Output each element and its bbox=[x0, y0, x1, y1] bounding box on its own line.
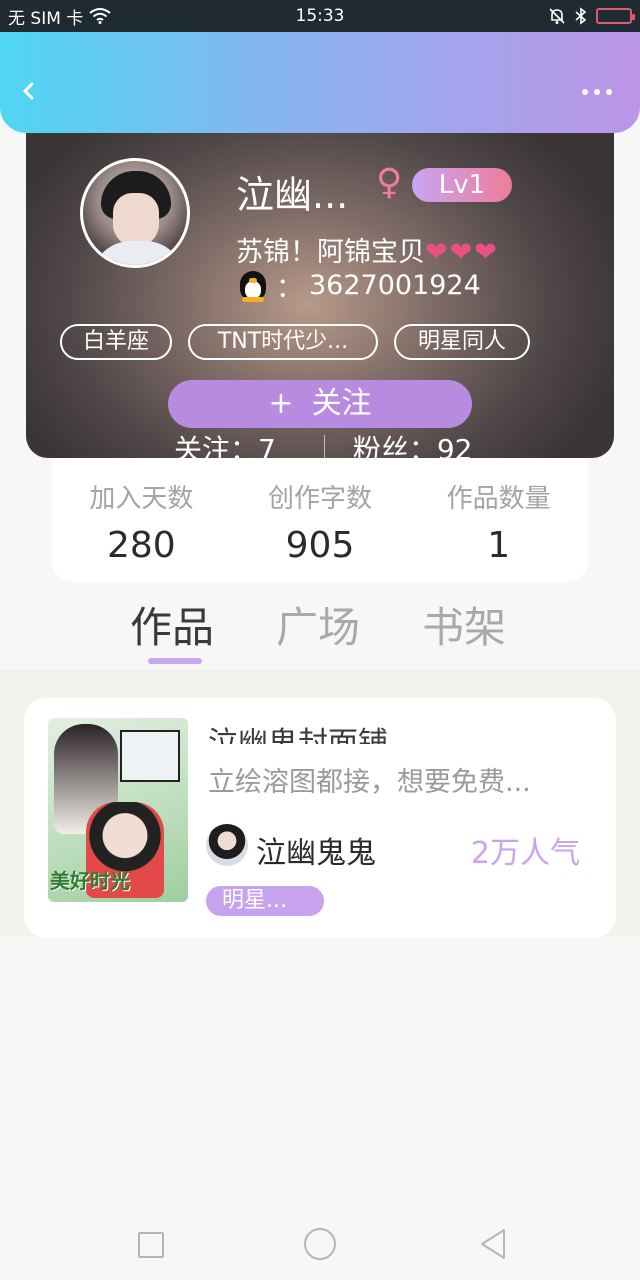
home-button[interactable] bbox=[304, 1228, 336, 1260]
plus-icon: + bbox=[268, 386, 294, 421]
status-bar: 无 SIM 卡 15:33 bbox=[0, 0, 640, 32]
heart-icons: ❤❤❤ bbox=[425, 237, 499, 268]
page-header bbox=[0, 32, 640, 133]
profile-tags: 白羊座 TNT时代少... 明星同人 bbox=[60, 324, 530, 360]
work-card[interactable]: 美好时光 泣幽鬼封面铺 立绘溶图都接，想要免费... 泣幽鬼鬼 2万人气 明星.… bbox=[24, 698, 616, 938]
tab-bar: 作品 广场 书架 bbox=[0, 584, 640, 670]
followers-count[interactable]: 粉丝：92 bbox=[353, 428, 473, 458]
stats-card: 加入天数 280 创作字数 905 作品数量 1 bbox=[52, 458, 588, 582]
recent-apps-button[interactable] bbox=[138, 1232, 164, 1258]
carrier-text: 无 SIM 卡 bbox=[8, 8, 84, 29]
qq-value: 3627001924 bbox=[309, 270, 481, 301]
tag-fandom[interactable]: TNT时代少... bbox=[188, 324, 378, 360]
work-cover[interactable]: 美好时光 bbox=[48, 718, 188, 902]
author-avatar[interactable] bbox=[206, 824, 248, 866]
follow-label: 关注 bbox=[311, 386, 372, 421]
tag-category[interactable]: 明星同人 bbox=[394, 324, 530, 360]
tab-indicator bbox=[148, 658, 202, 664]
qq-number: ： 3627001924 bbox=[236, 266, 481, 305]
stat-word-count: 创作字数 905 bbox=[231, 458, 410, 582]
tab-bookshelf[interactable]: 书架 bbox=[422, 594, 506, 655]
follow-counts: 关注：7 粉丝：92 bbox=[174, 428, 472, 458]
avatar[interactable] bbox=[80, 158, 190, 268]
penguin-icon bbox=[236, 269, 270, 303]
bio: 苏锦！阿锦宝贝❤❤❤ bbox=[236, 230, 499, 269]
stat-label: 加入天数 bbox=[89, 484, 194, 514]
works-list: 美好时光 泣幽鬼封面铺 立绘溶图都接，想要免费... 泣幽鬼鬼 2万人气 明星.… bbox=[0, 670, 640, 938]
stat-value: 1 bbox=[487, 525, 511, 566]
profile-card: 泣幽... ♀ Lv1 苏锦！阿锦宝贝❤❤❤ ： 3627001924 白羊座 T… bbox=[26, 118, 614, 458]
follow-button[interactable]: + 关注 bbox=[168, 380, 472, 428]
bio-text: 苏锦！阿锦宝贝 bbox=[236, 237, 425, 268]
stat-works-count: 作品数量 1 bbox=[409, 458, 588, 582]
divider bbox=[323, 435, 325, 458]
system-nav-bar bbox=[0, 1200, 640, 1280]
tag-zodiac[interactable]: 白羊座 bbox=[60, 324, 172, 360]
chevron-left-icon bbox=[22, 82, 34, 100]
stat-join-days: 加入天数 280 bbox=[52, 458, 231, 582]
bell-off-icon bbox=[549, 8, 565, 24]
stat-value: 280 bbox=[106, 525, 176, 566]
work-title: 泣幽鬼封面铺 bbox=[208, 726, 388, 744]
qq-separator: ： bbox=[276, 273, 303, 304]
more-button[interactable] bbox=[582, 82, 618, 102]
more-dots-icon bbox=[582, 89, 588, 95]
bluetooth-icon bbox=[575, 7, 587, 25]
battery-icon bbox=[596, 8, 635, 24]
author-name[interactable]: 泣幽鬼鬼 bbox=[256, 828, 376, 872]
work-description: 立绘溶图都接，想要免费... bbox=[208, 767, 531, 798]
level-badge: Lv1 bbox=[412, 168, 512, 202]
stat-label: 作品数量 bbox=[446, 484, 551, 514]
work-tag[interactable]: 明星... bbox=[206, 886, 324, 916]
tab-square[interactable]: 广场 bbox=[276, 594, 360, 655]
cover-text: 美好时光 bbox=[50, 869, 130, 893]
female-icon: ♀ bbox=[376, 162, 403, 203]
following-count[interactable]: 关注：7 bbox=[174, 428, 276, 458]
nickname: 泣幽... bbox=[236, 173, 349, 217]
back-button[interactable] bbox=[18, 76, 48, 106]
back-triangle-icon[interactable] bbox=[478, 1228, 508, 1260]
stat-value: 905 bbox=[285, 525, 355, 566]
stat-label: 创作字数 bbox=[268, 484, 373, 514]
popularity: 2万人气 bbox=[470, 836, 580, 871]
wifi-icon bbox=[89, 8, 111, 24]
tab-works[interactable]: 作品 bbox=[130, 594, 214, 655]
